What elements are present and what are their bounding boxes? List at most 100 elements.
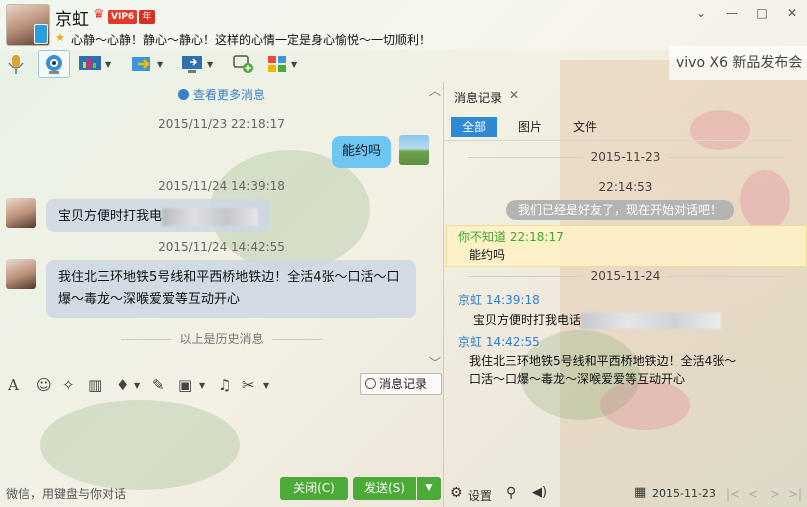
microphone-icon: [8, 55, 24, 74]
title-bar: 京虹 ♛ VIP6 年 ★ 心静～心静！静心～静心！这样的心情一定是身心愉悦～一…: [0, 0, 807, 50]
vip-badge[interactable]: VIP6: [108, 10, 138, 24]
message-text-line: 我住北三环地铁5号线和平西桥地铁边！全活4张～: [469, 354, 737, 368]
remote-desktop-button[interactable]: ▼: [180, 50, 213, 78]
history-bottom-bar: ⚙ 设置 ⚲ ◀) ▦ 2015-11-23 |< < > >|: [444, 483, 807, 507]
message-history-label: 消息记录: [379, 377, 428, 391]
collapse-up-icon[interactable]: ︿: [429, 82, 441, 99]
collapse-down-icon[interactable]: ﹀: [429, 354, 441, 371]
contact-name[interactable]: 京虹: [55, 5, 89, 30]
next-page-icon[interactable]: >: [770, 487, 780, 501]
sender-time: 22:18:17: [509, 230, 564, 244]
screen-share-button[interactable]: ▼: [78, 50, 111, 78]
tab-files[interactable]: 文件: [573, 117, 597, 137]
system-message-time: 22:14:53: [598, 180, 653, 194]
history-message: 宝贝方便时打我电话: [473, 311, 722, 329]
music-icon[interactable]: ♫: [218, 376, 231, 394]
message-bubble-received[interactable]: 宝贝方便时打我电: [46, 199, 271, 232]
chevron-down-icon[interactable]: ▼: [291, 60, 297, 69]
tab-images[interactable]: 图片: [518, 117, 542, 137]
presentation-icon: [79, 56, 101, 70]
message-timestamp: 2015/11/24 14:42:55: [158, 240, 285, 254]
maximize-button[interactable]: □: [752, 5, 772, 21]
settings-label[interactable]: 设置: [468, 487, 492, 504]
file-transfer-button[interactable]: ▼: [130, 50, 163, 78]
history-sender-other[interactable]: 京虹 14:42:55: [458, 333, 540, 350]
history-sender-other[interactable]: 京虹 14:39:18: [458, 291, 540, 308]
sender-name: 京虹: [458, 293, 483, 307]
date-divider: 2015-11-24: [444, 269, 807, 283]
video-call-button[interactable]: [38, 50, 70, 78]
calendar-icon[interactable]: ▦: [634, 485, 646, 500]
first-page-icon[interactable]: |<: [726, 487, 740, 501]
film-icon[interactable]: ▥: [88, 376, 102, 394]
chat-message-area[interactable]: 查看更多消息 ︿ 2015/11/23 22:18:17 能约吗 2015/11…: [0, 82, 443, 370]
contact-avatar-small[interactable]: [6, 198, 36, 228]
chevron-down-icon[interactable]: ▼: [134, 381, 140, 390]
speaker-icon[interactable]: ◀): [532, 485, 547, 500]
view-more-messages-link[interactable]: 查看更多消息: [0, 86, 443, 103]
clock-icon: [365, 378, 376, 389]
voice-message-icon[interactable]: ♦: [116, 376, 129, 394]
my-avatar[interactable]: [399, 135, 429, 165]
sender-name: 你不知道: [458, 230, 507, 244]
prev-page-icon[interactable]: <: [748, 487, 758, 501]
font-icon[interactable]: A: [8, 376, 19, 394]
add-chat-icon: [233, 55, 253, 73]
file-transfer-icon: [132, 57, 150, 71]
message-bubble-received[interactable]: 我住北三环地铁5号线和平西桥地铁边！全活4张～口活～口 爆～毒龙～深喉爱爱等互动…: [46, 260, 416, 318]
history-panel-title: 消息记录: [454, 91, 503, 105]
history-divider: 以上是历史消息: [0, 330, 443, 347]
current-date[interactable]: 2015-11-23: [652, 487, 716, 500]
magic-icon[interactable]: ✧: [62, 376, 75, 394]
close-history-icon[interactable]: ✕: [509, 88, 519, 102]
gear-icon[interactable]: ⚙: [450, 485, 463, 501]
close-button[interactable]: 关闭(C): [280, 477, 348, 500]
skin-button[interactable]: ⌄: [691, 5, 711, 21]
search-icon[interactable]: ⚲: [506, 485, 516, 501]
new-group-button[interactable]: [232, 50, 254, 78]
send-button[interactable]: 发送(S): [353, 477, 416, 500]
chat-window: 京虹 ♛ VIP6 年 ★ 心静～心静！静心～静心！这样的心情一定是身心愉悦～一…: [0, 0, 807, 507]
close-window-button[interactable]: ✕: [782, 5, 802, 21]
view-more-label: 查看更多消息: [192, 88, 265, 102]
contact-avatar-small[interactable]: [6, 259, 36, 289]
image-icon[interactable]: ▣: [178, 376, 192, 394]
apps-button[interactable]: ▼: [266, 50, 297, 78]
apps-grid-icon: [268, 56, 286, 72]
tab-all[interactable]: 全部: [451, 117, 497, 137]
clock-icon: [177, 89, 189, 100]
chevron-down-icon[interactable]: ▼: [207, 60, 213, 69]
vip-year-badge[interactable]: 年: [139, 10, 155, 24]
sender-time: 14:42:55: [485, 335, 540, 349]
chevron-down-icon[interactable]: ▼: [105, 60, 111, 69]
screenshot-scissors-icon[interactable]: ✂: [242, 376, 255, 394]
sender-time: 14:39:18: [485, 293, 540, 307]
message-text-line: 我住北三环地铁5号线和平西桥地铁边！全活4张～口活～口: [58, 270, 400, 285]
last-page-icon[interactable]: >|: [788, 487, 802, 501]
input-hint: 微信，用键盘与你对话: [6, 487, 127, 501]
message-history-panel: 消息记录 ✕ 全部 图片 文件 2015-11-23 22:14:53 我们已经…: [444, 82, 807, 507]
message-text-line: 口活～口爆～毒龙～深喉爱爱等互动开心: [469, 372, 686, 386]
message-text: 宝贝方便时打我电话: [473, 313, 582, 327]
chevron-down-icon[interactable]: ▼: [263, 381, 269, 390]
tab-separator: [444, 140, 807, 141]
chevron-down-icon[interactable]: ▼: [199, 381, 205, 390]
emoji-icon[interactable]: ☺: [36, 376, 52, 394]
background-leaf: [40, 400, 240, 490]
edit-icon[interactable]: ✎: [152, 376, 165, 394]
date-divider: 2015-11-23: [444, 150, 807, 164]
send-options-button[interactable]: ▼: [417, 477, 441, 500]
history-message: 我住北三环地铁5号线和平西桥地铁边！全活4张～ 口活～口爆～毒龙～深喉爱爱等互动…: [469, 352, 736, 388]
history-message: 能约吗: [469, 248, 506, 262]
redacted-text: [162, 207, 259, 226]
ad-banner[interactable]: vivo X6 新品发布会: [669, 46, 807, 80]
history-sender-me[interactable]: 你不知道 22:18:17: [458, 228, 564, 245]
message-history-button[interactable]: 消息记录: [360, 373, 442, 395]
mobile-online-icon: [34, 24, 48, 44]
chevron-down-icon: ▼: [425, 483, 433, 493]
voice-call-button[interactable]: [6, 50, 26, 78]
minimize-button[interactable]: —: [722, 5, 742, 21]
chevron-down-icon[interactable]: ▼: [157, 60, 163, 69]
message-bubble-sent[interactable]: 能约吗: [332, 136, 392, 168]
message-timestamp: 2015/11/24 14:39:18: [158, 179, 285, 193]
